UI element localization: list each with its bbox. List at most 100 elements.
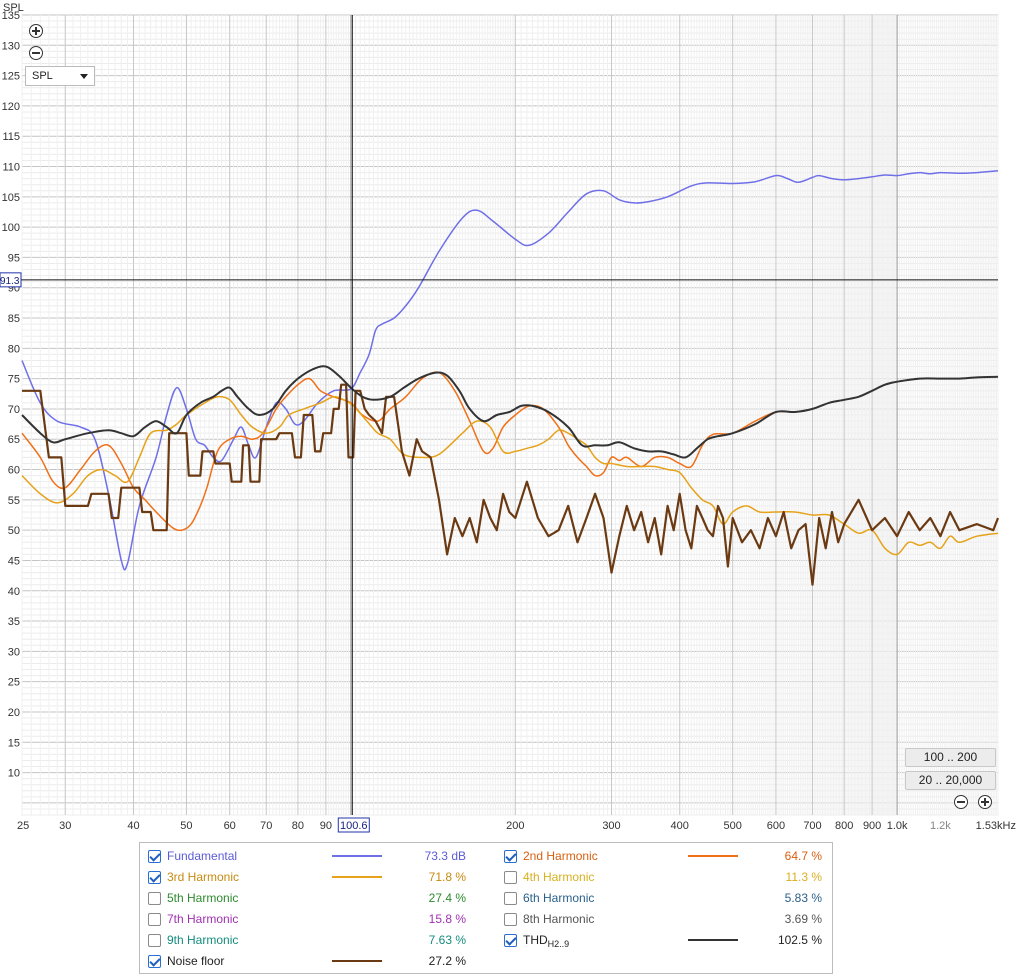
legend-checkbox[interactable] bbox=[148, 955, 161, 968]
legend-checkbox[interactable] bbox=[504, 892, 517, 905]
legend-value: 27.4 % bbox=[428, 891, 466, 905]
legend-line-swatch bbox=[688, 939, 738, 941]
x-tick-label: 900 bbox=[863, 820, 881, 832]
x-tick-label: 800 bbox=[835, 820, 853, 832]
spl-dropdown[interactable]: SPL bbox=[25, 66, 95, 86]
legend-checkbox[interactable] bbox=[504, 934, 517, 947]
legend-panel: Fundamental 73.3 dB 2nd Harmonic 64.7 % 3rd … bbox=[139, 842, 833, 974]
y-tick-label: 110 bbox=[2, 162, 20, 174]
range-20-20000-button[interactable]: 20 .. 20,000 bbox=[905, 771, 996, 790]
legend-checkbox[interactable] bbox=[504, 850, 517, 863]
y-tick-label: 55 bbox=[8, 495, 20, 507]
y-tick-label: 20 bbox=[8, 707, 20, 719]
chevron-down-icon bbox=[80, 74, 88, 79]
legend-item-9th-harmonic[interactable]: 9th Harmonic 7.63 % bbox=[148, 931, 478, 949]
x-tick-label: 90 bbox=[320, 820, 332, 832]
legend-value: 27.2 % bbox=[428, 954, 466, 968]
legend-item-4th-harmonic[interactable]: 4th Harmonic 11.3 % bbox=[504, 868, 834, 886]
y-tick-label: 30 bbox=[8, 646, 20, 658]
legend-value: 15.8 % bbox=[428, 912, 466, 926]
y-tick-label: 15 bbox=[8, 737, 20, 749]
legend-item-8th-harmonic[interactable]: 8th Harmonic 3.69 % bbox=[504, 910, 834, 928]
x-tick-label: 25 bbox=[17, 820, 29, 832]
legend-item-fundamental[interactable]: Fundamental 73.3 dB bbox=[148, 847, 478, 865]
distortion-chart[interactable]: 10 15 20 25 30 35 40 45 50 55 60 65 70 75 80 85 90 95 100 1… bbox=[0, 0, 1020, 840]
y-tick-label: 95 bbox=[8, 252, 20, 264]
legend-value: 71.8 % bbox=[428, 870, 466, 884]
y-tick-label: 65 bbox=[8, 434, 20, 446]
legend-item-noise-floor[interactable]: Noise floor 27.2 % bbox=[148, 952, 478, 970]
y-tick-label: 25 bbox=[8, 677, 20, 689]
legend-label: 6th Harmonic bbox=[523, 891, 595, 905]
legend-label: 9th Harmonic bbox=[167, 933, 239, 947]
legend-checkbox[interactable] bbox=[504, 913, 517, 926]
x-tick-label: 80 bbox=[292, 820, 304, 832]
legend-value: 11.3 % bbox=[785, 870, 822, 884]
range-100-200-button[interactable]: 100 .. 200 bbox=[905, 748, 996, 767]
y-tick-label: 105 bbox=[2, 192, 20, 204]
y-tick-label: 40 bbox=[8, 586, 20, 598]
y-tick-label: 45 bbox=[8, 555, 20, 567]
legend-line-swatch bbox=[332, 960, 382, 962]
legend-value: 73.3 dB bbox=[424, 849, 466, 863]
y-tick-label: 125 bbox=[2, 71, 20, 83]
x-tick-label: 70 bbox=[260, 820, 272, 832]
legend-label: 5th Harmonic bbox=[167, 891, 239, 905]
legend-label: Fundamental bbox=[167, 849, 238, 863]
legend-checkbox[interactable] bbox=[504, 871, 517, 884]
y-tick-labels: 1015202530354045505560657075808590951001… bbox=[2, 10, 20, 780]
x-tick-label: 700 bbox=[803, 820, 821, 832]
legend-label: Noise floor bbox=[167, 954, 225, 968]
y-axis-label: SPL bbox=[3, 2, 24, 14]
x-tick-label: 600 bbox=[767, 820, 785, 832]
y-tick-label: 35 bbox=[8, 616, 20, 628]
x-tick-label: 500 bbox=[723, 820, 741, 832]
chart-grid bbox=[21, 14, 999, 816]
legend-value: 102.5 % bbox=[777, 933, 822, 947]
legend-label-subscript: H2..9 bbox=[547, 939, 570, 949]
legend-item-6th-harmonic[interactable]: 6th Harmonic 5.83 % bbox=[504, 889, 834, 907]
legend-value: 7.63 % bbox=[428, 933, 466, 947]
legend-item-3rd-harmonic[interactable]: 3rd Harmonic 71.8 % bbox=[148, 868, 478, 886]
legend-checkbox[interactable] bbox=[148, 934, 161, 947]
legend-label: 3rd Harmonic bbox=[167, 870, 240, 884]
x-tick-label: 200 bbox=[506, 820, 524, 832]
x-tick-labels: 25 30 40 50 60 70 80 90 200 300 400 500 600 700 800 900… bbox=[17, 820, 1016, 832]
x-tick-label: 300 bbox=[602, 820, 620, 832]
legend-checkbox[interactable] bbox=[148, 892, 161, 905]
x-tick-label: 60 bbox=[224, 820, 236, 832]
legend-label: THDH2..9 bbox=[523, 933, 570, 949]
legend-value: 64.7 % bbox=[784, 849, 822, 863]
legend-line-swatch bbox=[688, 855, 738, 857]
x-tick-label: 50 bbox=[180, 820, 192, 832]
zoom-in-x-icon[interactable] bbox=[978, 795, 992, 809]
legend-item-2nd-harmonic[interactable]: 2nd Harmonic 64.7 % bbox=[504, 847, 834, 865]
x-tick-label: 1.53kHz bbox=[976, 820, 1016, 832]
legend-item-thd[interactable]: THDH2..9 102.5 % bbox=[504, 931, 834, 949]
y-tick-label: 75 bbox=[8, 374, 20, 386]
legend-item-5th-harmonic[interactable]: 5th Harmonic 27.4 % bbox=[148, 889, 478, 907]
legend-label: 4th Harmonic bbox=[523, 870, 595, 884]
legend-item-7th-harmonic[interactable]: 7th Harmonic 15.8 % bbox=[148, 910, 478, 928]
legend-value: 5.83 % bbox=[784, 891, 822, 905]
spl-dropdown-value: SPL bbox=[32, 70, 53, 82]
legend-checkbox[interactable] bbox=[148, 913, 161, 926]
legend-line-swatch bbox=[332, 855, 382, 857]
zoom-out-x-icon[interactable] bbox=[954, 795, 968, 809]
x-tick-label: 1.0k bbox=[887, 820, 908, 832]
legend-label: 2nd Harmonic bbox=[523, 849, 598, 863]
zoom-in-y-icon[interactable] bbox=[29, 24, 43, 38]
x-tick-label: 30 bbox=[59, 820, 71, 832]
y-tick-label: 10 bbox=[8, 768, 20, 780]
legend-checkbox[interactable] bbox=[148, 850, 161, 863]
legend-label: 7th Harmonic bbox=[167, 912, 239, 926]
zoom-out-y-icon[interactable] bbox=[29, 46, 43, 60]
legend-line-swatch bbox=[332, 876, 382, 878]
legend-checkbox[interactable] bbox=[148, 871, 161, 884]
x-tick-label: 1.2k bbox=[930, 820, 951, 832]
y-tick-label: 120 bbox=[2, 101, 20, 113]
x-tick-label: 40 bbox=[127, 820, 139, 832]
y-tick-label: 100 bbox=[2, 222, 20, 234]
cursor-x-readout: 100.6 bbox=[340, 820, 368, 832]
y-tick-label: 70 bbox=[8, 404, 20, 416]
